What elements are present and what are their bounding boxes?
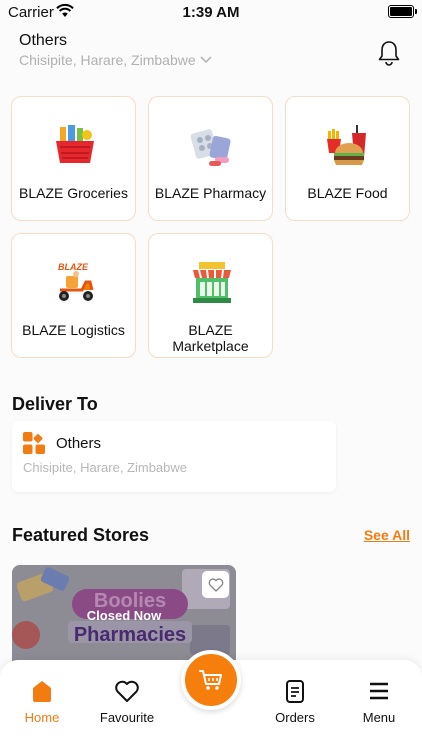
deliver-location-label: Others [56, 435, 102, 452]
svg-text:Pharmacies: Pharmacies [74, 624, 186, 646]
nav-home-label: Home [24, 710, 60, 725]
featured-stores-heading: Featured Stores [12, 525, 150, 545]
nav-favourite[interactable]: Favourite [87, 678, 167, 725]
service-card-food[interactable]: BLAZE Food [285, 96, 410, 221]
cart-icon [199, 670, 222, 690]
see-all-link[interactable]: See All [364, 527, 410, 543]
service-label: BLAZE Logistics [22, 322, 125, 338]
location-title[interactable]: Others [19, 32, 67, 50]
service-card-groceries[interactable]: BLAZE Groceries [11, 96, 136, 221]
pharmacy-pills-icon [190, 129, 231, 166]
category-grid-icon [23, 432, 45, 454]
location-address: Chisipite, Harare, Zimbabwe [19, 52, 196, 68]
nav-menu-label: Menu [362, 710, 396, 725]
home-icon [33, 681, 51, 702]
bell-icon[interactable] [377, 40, 401, 66]
service-label: BLAZE Groceries [19, 185, 128, 201]
nav-orders[interactable]: Orders [255, 678, 335, 725]
nav-menu[interactable]: Menu [339, 678, 419, 725]
nav-orders-label: Orders [275, 710, 315, 725]
delivery-scooter-icon: BLAZE [58, 262, 94, 301]
svg-text:BLAZE: BLAZE [58, 262, 89, 272]
service-card-logistics[interactable]: BLAZE BLAZE Logistics [11, 233, 136, 358]
deliver-to-card[interactable]: Others Chisipite, Harare, Zimbabwe [12, 421, 336, 492]
service-label: BLAZE Marketplace [172, 322, 249, 354]
groceries-basket-icon [56, 125, 94, 163]
service-label: BLAZE Food [307, 185, 388, 201]
store-status-label: Closed Now [86, 608, 162, 623]
heart-icon [208, 577, 223, 592]
battery-icon [388, 5, 417, 18]
menu-icon [370, 682, 388, 700]
nav-home[interactable]: Home [2, 678, 82, 725]
nav-favourite-label: Favourite [99, 710, 155, 725]
market-stall-icon [193, 262, 231, 303]
cart-button[interactable] [181, 650, 241, 710]
burger-food-icon [327, 125, 366, 165]
store-favourite-button[interactable] [202, 571, 229, 598]
chevron-down-icon [200, 56, 212, 64]
deliver-to-heading: Deliver To [12, 394, 98, 414]
location-selector[interactable]: Chisipite, Harare, Zimbabwe [19, 52, 212, 68]
service-card-marketplace[interactable]: BLAZE Marketplace [148, 233, 273, 358]
deliver-address: Chisipite, Harare, Zimbabwe [23, 460, 188, 475]
orders-icon [286, 680, 304, 703]
service-label: BLAZE Pharmacy [154, 185, 267, 201]
heart-icon [115, 680, 139, 702]
clock: 1:39 AM [182, 4, 240, 21]
status-bar: Carrier 1:39 AM [0, 0, 422, 26]
service-card-pharmacy[interactable]: BLAZE Pharmacy [148, 96, 273, 221]
